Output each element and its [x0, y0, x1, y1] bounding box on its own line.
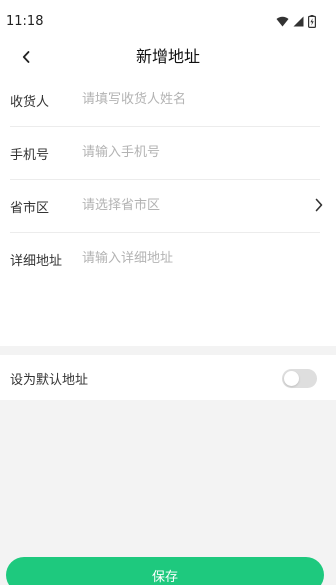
region-row[interactable]: 省市区 — [10, 180, 323, 233]
cellular-signal-icon — [293, 16, 304, 27]
region-select[interactable] — [82, 193, 292, 217]
status-time: 11:18 — [6, 14, 44, 29]
nav-header: 新增地址 — [0, 40, 336, 74]
phone-label: 手机号 — [10, 148, 50, 163]
toggle-knob — [284, 371, 299, 386]
address-label: 详细地址 — [10, 254, 63, 269]
status-icons — [276, 14, 316, 28]
region-label: 省市区 — [10, 201, 50, 216]
address-row: 详细地址 — [10, 233, 320, 286]
chevron-right-icon[interactable] — [312, 196, 326, 214]
consignee-row: 收货人 — [10, 74, 320, 127]
phone-input[interactable] — [82, 140, 292, 164]
address-input[interactable] — [82, 246, 292, 270]
phone-row: 手机号 — [10, 127, 320, 180]
default-address-toggle[interactable] — [282, 369, 317, 388]
battery-charging-icon — [308, 14, 316, 28]
address-form: 收货人 手机号 省市区 详细地址 — [0, 74, 336, 346]
page-title: 新增地址 — [135, 47, 200, 66]
add-address-screen: 11:18 新增地址 收货人 请填写收货人姓名 手机号 请输入手机号 省市区 请… — [0, 0, 336, 585]
consignee-label: 收货人 — [10, 95, 50, 110]
save-button[interactable]: 保存 — [6, 557, 324, 585]
wifi-icon — [276, 16, 289, 27]
default-address-label: 设为默认地址 — [10, 373, 89, 388]
consignee-input[interactable] — [82, 87, 292, 111]
status-bar: 11:18 — [0, 0, 336, 40]
